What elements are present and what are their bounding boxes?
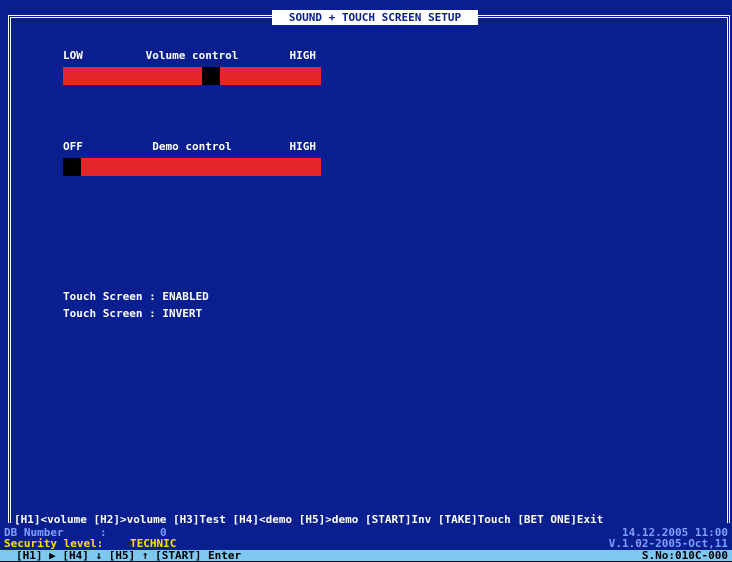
window-frame bbox=[8, 15, 730, 523]
security-level-label: Security level: bbox=[4, 537, 104, 550]
window-title: SOUND + TOUCH SCREEN SETUP bbox=[272, 10, 478, 25]
volume-title: Volume control bbox=[145, 49, 239, 62]
demo-title: Demo control bbox=[152, 140, 232, 153]
demo-control: OFF Demo control HIGH bbox=[63, 140, 321, 176]
version: V.1.02-2005-Oct,11 bbox=[608, 537, 728, 550]
volume-slider-thumb[interactable] bbox=[202, 67, 220, 85]
volume-control: LOW Volume control HIGH bbox=[63, 49, 321, 85]
volume-slider[interactable] bbox=[63, 67, 321, 85]
hotkey-help: [H1]<volume [H2]>volume [H3]Test [H4]<de… bbox=[14, 513, 604, 526]
demo-slider[interactable] bbox=[63, 158, 321, 176]
demo-high-label: HIGH bbox=[289, 140, 317, 153]
demo-slider-thumb[interactable] bbox=[63, 158, 81, 176]
key-legend: [H1] ▶ [H4] ↓ [H5] ↑ [START] Enter bbox=[16, 549, 242, 562]
touch-screen-mode: Touch Screen : INVERT bbox=[63, 307, 203, 320]
volume-high-label: HIGH bbox=[289, 49, 317, 62]
serial-number: S.No:010C-000 bbox=[641, 549, 728, 562]
security-level-value: TECHNIC bbox=[130, 537, 177, 550]
touch-screen-status: Touch Screen : ENABLED bbox=[63, 290, 209, 303]
key-bar: [H1] ▶ [H4] ↓ [H5] ↑ [START] Enter S.No:… bbox=[0, 550, 732, 561]
screen: SOUND + TOUCH SCREEN SETUP LOW Volume co… bbox=[0, 0, 732, 561]
